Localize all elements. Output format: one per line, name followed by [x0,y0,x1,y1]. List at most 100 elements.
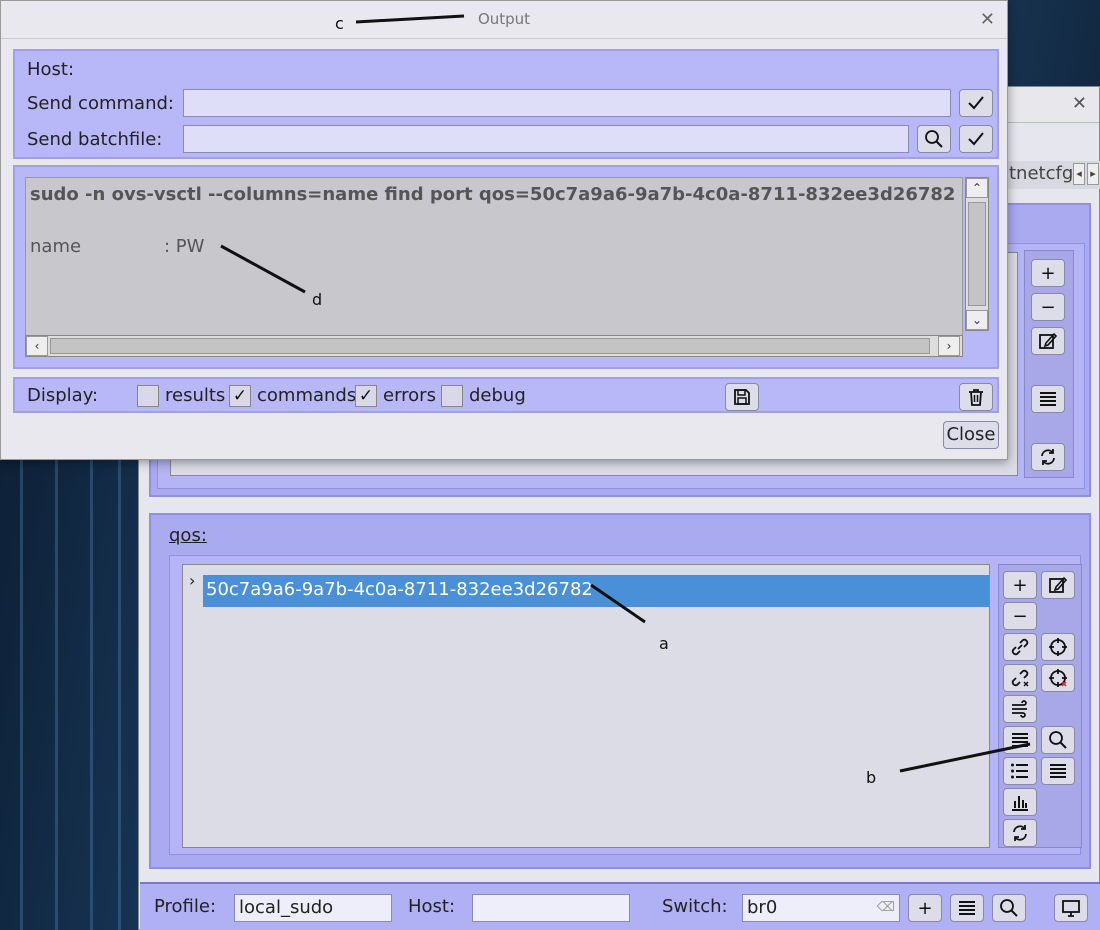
scroll-up-icon[interactable]: ⌃ [966,178,988,198]
minus-icon: − [1012,605,1028,627]
add-switch-button[interactable]: + [908,894,942,922]
monitor-icon [1062,900,1080,917]
qos-bullet-list-button[interactable] [1003,757,1037,785]
clear-icon[interactable]: ⌫ [877,895,895,921]
output-console[interactable]: sudo -n ovs-vsctl --columns=name find po… [25,177,963,339]
plus-icon: + [1012,574,1028,596]
terminal-button[interactable] [1054,894,1088,922]
upper-edit-button[interactable] [1031,327,1065,355]
upper-refresh-button[interactable] [1031,443,1065,471]
check-icon [968,132,984,146]
tab-scroll-right-icon[interactable]: ▸ [1087,163,1099,185]
debug-checkbox-label: debug [469,385,526,406]
main-window-close-icon[interactable]: ✕ [1072,93,1087,114]
target-icon [1049,638,1067,656]
qos-search-button[interactable] [1041,726,1075,754]
minus-icon: − [1040,296,1056,318]
edit-icon [1049,576,1068,593]
send-batchfile-input[interactable] [183,125,909,153]
output-command-line: sudo -n ovs-vsctl --columns=name find po… [30,184,956,205]
switch-label: Switch: [662,896,728,917]
vertical-scrollbar[interactable]: ⌃ ⌄ [965,177,989,331]
qos-remove-button[interactable]: − [1003,602,1037,630]
search-icon [1000,899,1018,917]
qos-refresh-button[interactable] [1003,819,1037,847]
send-command-input[interactable] [183,89,951,117]
scroll-right-icon[interactable]: › [938,336,960,356]
clear-output-button[interactable] [959,383,993,411]
scroll-left-icon[interactable]: ‹ [26,336,48,356]
debug-checkbox[interactable] [441,385,463,407]
list-icon [1050,764,1066,778]
display-label: Display: [27,385,99,406]
qos-stats-button[interactable] [1003,788,1037,816]
qos-add-button[interactable]: + [1003,571,1037,599]
qos-details-button[interactable] [1041,757,1075,785]
output-dialog-close-icon[interactable]: ✕ [980,9,995,30]
upper-list-button[interactable] [1031,385,1065,413]
unlink-icon [1011,669,1029,687]
qos-inner-frame: › 50c7a9a6-9a7b-4c0a-8711-832ee3d26782 +… [169,555,1082,855]
horizontal-scroll-thumb[interactable] [50,338,930,354]
tab-strip: tnetcfg ◂ ▸ [1001,161,1100,189]
upper-add-button[interactable]: + [1031,259,1065,287]
wind-icon [1012,700,1027,718]
output-dialog-title: Output [1,1,1007,39]
search-icon [925,130,943,148]
qos-untarget-button[interactable] [1041,664,1075,692]
checkmark-icon: ✓ [232,386,248,406]
display-panel: Display: results ✓ commands ✓ errors deb… [13,377,999,413]
qos-frame: qos: › 50c7a9a6-9a7b-4c0a-8711-832ee3d26… [149,513,1091,869]
switch-value: br0 [747,897,778,918]
plus-icon: + [1040,262,1056,284]
qos-flow-button[interactable] [1003,695,1037,723]
scroll-down-icon[interactable]: ⌄ [966,310,988,330]
profile-label: Profile: [154,896,217,917]
qos-edit-button[interactable] [1041,571,1075,599]
output-result-value: : PW [164,236,205,257]
profile-field[interactable]: local_sudo [234,894,392,922]
list-icon [959,901,975,915]
qos-target-button[interactable] [1041,633,1075,661]
list-icon [1040,392,1056,406]
upper-toolbar: + − [1024,250,1074,478]
switch-list-button[interactable] [950,894,984,922]
qos-list[interactable]: › 50c7a9a6-9a7b-4c0a-8711-832ee3d26782 [182,564,990,848]
results-checkbox[interactable] [137,385,159,407]
expand-chevron-icon[interactable]: › [189,571,195,590]
horizontal-scrollbar[interactable]: ‹ › [25,335,963,357]
host-label: Host: [408,896,456,917]
errors-checkbox-label: errors [383,385,436,406]
qos-list-button[interactable] [1003,726,1037,754]
send-command-button[interactable] [959,89,993,117]
plus-icon: + [917,897,933,919]
close-button[interactable]: Close [943,421,999,449]
edit-icon [1039,332,1058,349]
qos-toolbar: + − [998,564,1082,848]
host-field[interactable] [472,894,630,922]
annotation-b: b [866,768,877,787]
qos-unlink-button[interactable] [1003,664,1037,692]
switch-search-button[interactable] [992,894,1026,922]
vertical-scroll-thumb[interactable] [968,202,986,306]
bottom-bar: Profile: local_sudo Host: Switch: br0 ⌫ … [140,882,1100,930]
tab-partial-label[interactable]: tnetcfg [1009,163,1073,184]
annotation-a: a [659,634,669,653]
refresh-icon [1041,449,1055,465]
send-batchfile-label: Send batchfile: [27,129,163,150]
upper-remove-button[interactable]: − [1031,293,1065,321]
commands-checkbox-label: commands [257,385,357,406]
errors-checkbox[interactable]: ✓ [355,385,377,407]
save-output-button[interactable] [725,383,759,411]
qos-list-item[interactable]: 50c7a9a6-9a7b-4c0a-8711-832ee3d26782 [203,575,989,607]
browse-batchfile-button[interactable] [917,125,951,153]
switch-field[interactable]: br0 ⌫ [742,894,900,922]
qos-link-button[interactable] [1003,633,1037,661]
untarget-icon [1049,669,1067,687]
send-batchfile-button[interactable] [959,125,993,153]
qos-label: qos: [169,525,207,546]
check-icon [968,96,984,110]
commands-checkbox[interactable]: ✓ [229,385,251,407]
tab-scroll-left-icon[interactable]: ◂ [1073,163,1085,185]
link-icon [1011,638,1029,656]
